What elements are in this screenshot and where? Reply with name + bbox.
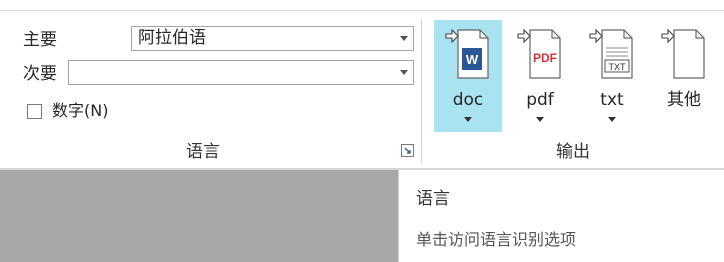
numbers-checkbox[interactable] bbox=[27, 104, 42, 119]
chevron-down-icon bbox=[464, 117, 472, 122]
blank-doc-icon bbox=[661, 28, 705, 79]
chevron-down-icon bbox=[536, 117, 544, 122]
secondary-language-label: 次要 bbox=[23, 64, 57, 84]
svg-text:W: W bbox=[466, 52, 479, 67]
output-doc-label: doc bbox=[452, 90, 484, 110]
output-txt-button[interactable]: TXT txt bbox=[578, 20, 646, 132]
word-doc-icon: W bbox=[445, 28, 489, 79]
primary-language-value: 阿拉伯语 bbox=[138, 28, 206, 48]
document-area bbox=[0, 170, 398, 262]
language-group-title: 语言 bbox=[186, 142, 220, 162]
dialog-launcher-button[interactable] bbox=[400, 143, 415, 158]
tooltip-description: 单击访问语言识别选项 bbox=[416, 230, 577, 249]
output-pdf-label: pdf bbox=[526, 90, 554, 110]
ribbon-top-border bbox=[0, 10, 724, 11]
svg-text:TXT: TXT bbox=[609, 62, 627, 72]
chevron-down-icon bbox=[400, 70, 408, 75]
output-pdf-button[interactable]: PDF pdf bbox=[506, 20, 574, 132]
pdf-doc-icon: PDF bbox=[517, 28, 561, 79]
chevron-down-icon bbox=[400, 36, 408, 41]
svg-text:PDF: PDF bbox=[533, 51, 557, 65]
output-other-label: 其他 bbox=[667, 90, 701, 110]
primary-language-label: 主要 bbox=[23, 30, 57, 50]
txt-doc-icon: TXT bbox=[589, 28, 633, 79]
primary-language-combo[interactable]: 阿拉伯语 bbox=[131, 26, 414, 51]
numbers-checkbox-label[interactable]: 数字(N) bbox=[52, 101, 108, 121]
dialog-launcher-icon bbox=[401, 144, 414, 157]
group-separator bbox=[421, 18, 422, 164]
output-doc-button[interactable]: W doc bbox=[434, 20, 502, 132]
chevron-down-icon bbox=[608, 117, 616, 122]
secondary-language-combo[interactable] bbox=[68, 60, 414, 85]
output-other-button[interactable]: 其他 bbox=[650, 20, 718, 132]
output-txt-label: txt bbox=[600, 90, 624, 110]
tooltip: 语言 单击访问语言识别选项 bbox=[398, 170, 724, 262]
output-group-title: 输出 bbox=[556, 142, 590, 162]
tooltip-title: 语言 bbox=[416, 189, 450, 209]
